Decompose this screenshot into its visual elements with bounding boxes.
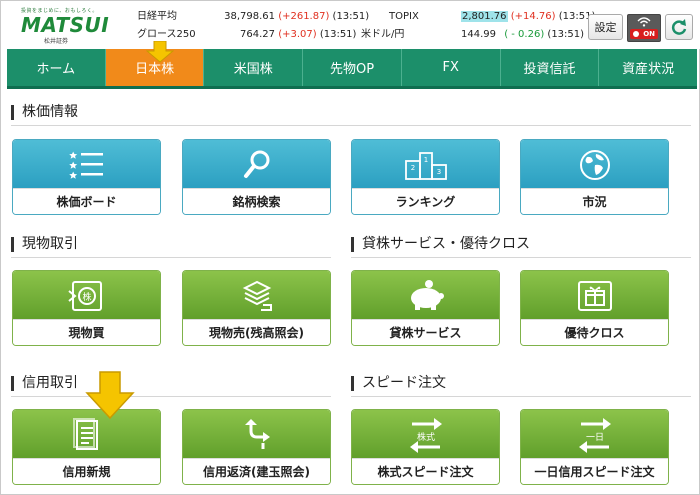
tile-label: 優待クロス bbox=[521, 319, 668, 345]
tab-futures-options[interactable]: 先物OP bbox=[303, 49, 402, 86]
ticker-time: (13:51) bbox=[319, 29, 357, 40]
ticker-value: 144.99 bbox=[461, 29, 496, 40]
document-icon bbox=[72, 418, 98, 450]
section-divider bbox=[351, 257, 691, 258]
icon-text: 一日 bbox=[585, 432, 603, 443]
refresh-icon bbox=[671, 19, 687, 35]
section-divider bbox=[11, 257, 331, 258]
podium-icon: 1 2 3 bbox=[404, 152, 447, 180]
ticker-change: (+3.07) bbox=[278, 29, 317, 40]
ticker-time: (13:51) bbox=[547, 29, 585, 40]
ticker-change: ( - 0.26) bbox=[504, 29, 545, 40]
tile-market-news[interactable]: 市況 bbox=[520, 139, 669, 215]
header: 投資をまじめに、おもしろく。 MATSUI 松井証券 日経平均 38,798.61… bbox=[1, 1, 700, 49]
tile-day-margin-speed-order[interactable]: 一日 一日信用スピード注文 bbox=[520, 409, 669, 485]
tile-stock-speed-order[interactable]: 株式 株式スピード注文 bbox=[351, 409, 500, 485]
tile-label: 現物売(残高照会) bbox=[183, 319, 330, 345]
settings-button[interactable]: 設定 bbox=[588, 14, 623, 40]
tile-label: 市況 bbox=[521, 188, 668, 214]
refresh-button[interactable] bbox=[665, 14, 693, 40]
highlight-arrow-icon bbox=[146, 41, 174, 63]
buy-stock-icon: 株 bbox=[67, 281, 102, 311]
tile-label: 信用返済(建玉照会) bbox=[183, 458, 330, 484]
tile-label: ランキング bbox=[352, 188, 499, 214]
tile-stock-board[interactable]: 株価ボード bbox=[12, 139, 161, 215]
section-title-cash-trading: 現物取引 bbox=[11, 237, 78, 252]
tab-fx[interactable]: FX bbox=[402, 49, 501, 86]
globe-icon bbox=[579, 150, 610, 180]
exchange-icon: 一日 bbox=[578, 418, 611, 453]
tile-stock-search[interactable]: 銘柄検索 bbox=[182, 139, 331, 215]
ticker-usdjpy[interactable]: 米ドル/円 144.99 ( - 0.26) (13:51) bbox=[361, 28, 584, 42]
tile-margin-new[interactable]: 信用新規 bbox=[12, 409, 161, 485]
section-title-stock-info: 株価情報 bbox=[11, 105, 78, 120]
tile-ranking[interactable]: 1 2 3 ランキング bbox=[351, 139, 500, 215]
section-divider bbox=[11, 125, 691, 126]
sell-stack-icon bbox=[242, 280, 272, 311]
tab-us-stocks[interactable]: 米国株 bbox=[204, 49, 304, 86]
ticker-topix[interactable]: TOPIX 2,801.76 (+14.76) (13:51) bbox=[389, 10, 595, 24]
ticker-value: 2,801.76 bbox=[461, 11, 508, 22]
tile-stock-lending[interactable]: 貸株サービス bbox=[351, 270, 500, 346]
search-icon bbox=[243, 150, 269, 178]
tile-label: 貸株サービス bbox=[352, 319, 499, 345]
logo-sub: 松井証券 bbox=[43, 38, 68, 45]
tile-label: 銘柄検索 bbox=[183, 188, 330, 214]
ticker-time: (13:51) bbox=[332, 11, 370, 22]
tab-investment-trust[interactable]: 投資信託 bbox=[501, 49, 600, 86]
gift-icon bbox=[577, 281, 612, 311]
svg-text:2: 2 bbox=[410, 164, 414, 172]
section-title-speed-order: スピード注文 bbox=[351, 376, 446, 391]
ticker-value: 38,798.61 bbox=[224, 11, 275, 22]
logo-name: MATSUI bbox=[21, 13, 110, 37]
ticker-label: TOPIX bbox=[389, 11, 419, 22]
highlight-arrow-icon bbox=[85, 371, 135, 419]
ticker-label: 日経平均 bbox=[137, 11, 177, 22]
tile-label: 株式スピード注文 bbox=[352, 458, 499, 484]
tab-asset-status[interactable]: 資産状況 bbox=[599, 49, 697, 86]
tile-label: 現物買 bbox=[13, 319, 160, 345]
matsui-logo[interactable]: 投資をまじめに、おもしろく。 MATSUI 松井証券 bbox=[21, 7, 113, 45]
icon-text: 株 bbox=[82, 291, 91, 303]
ticker-label: 米ドル/円 bbox=[361, 29, 405, 40]
section-title-stock-lending: 貸株サービス・優待クロス bbox=[351, 237, 530, 252]
ticker-growth250[interactable]: グロース250 764.27 (+3.07) (13:51) bbox=[137, 28, 356, 42]
svg-text:3: 3 bbox=[436, 168, 440, 176]
app-frame: 投資をまじめに、おもしろく。 MATSUI 松井証券 日経平均 38,798.61… bbox=[0, 0, 700, 495]
section-title-margin-trading: 信用取引 bbox=[11, 376, 78, 391]
tile-cash-buy[interactable]: 株 現物買 bbox=[12, 270, 161, 346]
main-nav: ホーム 日本株 米国株 先物OP FX 投資信託 資産状況 bbox=[7, 49, 697, 89]
return-icon bbox=[244, 419, 270, 449]
piggy-bank-icon bbox=[410, 280, 444, 310]
tile-margin-close[interactable]: 信用返済(建玉照会) bbox=[182, 409, 331, 485]
wifi-icon bbox=[637, 17, 651, 27]
on-label: ON bbox=[630, 29, 658, 39]
ticker-value: 764.27 bbox=[240, 29, 275, 40]
section-divider bbox=[11, 396, 331, 397]
ticker-change: (+261.87) bbox=[278, 11, 330, 22]
tile-cash-sell[interactable]: 現物売(残高照会) bbox=[182, 270, 331, 346]
ticker-change: (+14.76) bbox=[510, 11, 556, 22]
exchange-icon: 株式 bbox=[409, 418, 442, 453]
ticker-nikkei[interactable]: 日経平均 38,798.61 (+261.87) (13:51) bbox=[137, 10, 369, 24]
list-icon bbox=[68, 151, 103, 179]
svg-text:1: 1 bbox=[423, 156, 427, 164]
icon-text: 株式 bbox=[416, 431, 434, 443]
tile-label: 信用新規 bbox=[13, 458, 160, 484]
section-divider bbox=[351, 396, 691, 397]
tile-yutai-cross[interactable]: 優待クロス bbox=[520, 270, 669, 346]
ticker-label: グロース250 bbox=[137, 29, 196, 40]
tile-label: 株価ボード bbox=[13, 188, 160, 214]
tab-home[interactable]: ホーム bbox=[7, 49, 106, 86]
tile-label: 一日信用スピード注文 bbox=[521, 458, 668, 484]
connection-toggle-button[interactable]: ON bbox=[627, 14, 661, 42]
